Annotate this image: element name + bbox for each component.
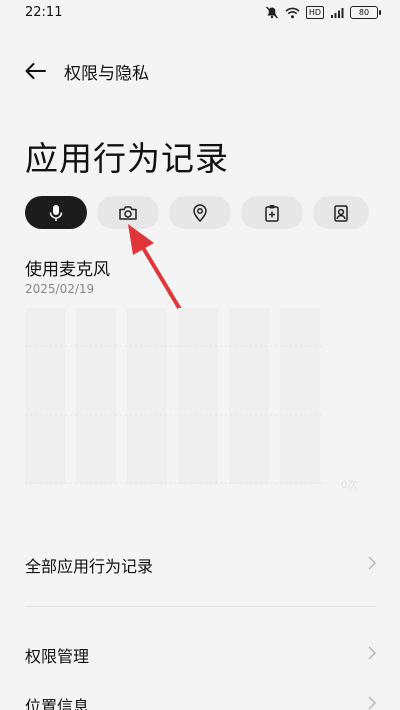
clipboard-plus-icon <box>265 204 279 222</box>
camera-icon <box>119 205 137 220</box>
back-arrow-icon <box>25 63 46 79</box>
tab-contacts[interactable] <box>313 196 369 229</box>
chart-bar <box>76 308 116 484</box>
location-pin-icon <box>193 203 207 222</box>
list-item-permission-management[interactable]: 权限管理 <box>0 630 400 678</box>
tab-clipboard[interactable] <box>241 196 303 229</box>
status-bar: 22:11 HD 80 <box>0 0 400 28</box>
list-item-label: 位置信息 <box>25 697 90 710</box>
status-icons: HD 80 <box>265 6 381 19</box>
chart-bar <box>25 308 65 484</box>
microphone-icon <box>49 204 63 221</box>
chart-axis-label: 0次 <box>341 478 357 490</box>
chart-bar <box>280 308 320 484</box>
header-title: 权限与隐私 <box>64 64 149 84</box>
battery-icon: 80 <box>350 6 381 19</box>
chevron-right-icon <box>368 646 376 660</box>
tab-camera[interactable] <box>97 196 159 229</box>
page-title: 应用行为记录 <box>25 139 229 178</box>
back-button[interactable] <box>22 58 48 84</box>
hd-icon: HD <box>305 6 324 19</box>
list-item-label: 全部应用行为记录 <box>25 557 154 576</box>
list-item-location-info[interactable]: 位置信息 <box>0 680 400 710</box>
list-item-label: 权限管理 <box>25 647 90 666</box>
status-time: 22:11 <box>25 5 63 20</box>
chevron-right-icon <box>368 556 376 570</box>
tab-location[interactable] <box>169 196 231 229</box>
tab-microphone[interactable] <box>25 196 87 229</box>
chart-bar <box>127 308 167 484</box>
usage-title: 使用麦克风 <box>25 260 110 280</box>
wifi-icon <box>285 7 300 19</box>
usage-date: 2025/02/19 <box>25 282 95 296</box>
contact-card-icon <box>334 204 348 222</box>
chart-bar <box>178 308 218 484</box>
chart-bar <box>229 308 269 484</box>
divider <box>25 606 376 607</box>
list-item-all-records[interactable]: 全部应用行为记录 <box>0 540 400 588</box>
category-tabs <box>25 196 369 229</box>
usage-chart: 0次 <box>25 308 357 490</box>
chevron-right-icon <box>368 696 376 710</box>
signal-icon <box>330 7 344 19</box>
mute-bell-icon <box>265 6 279 19</box>
